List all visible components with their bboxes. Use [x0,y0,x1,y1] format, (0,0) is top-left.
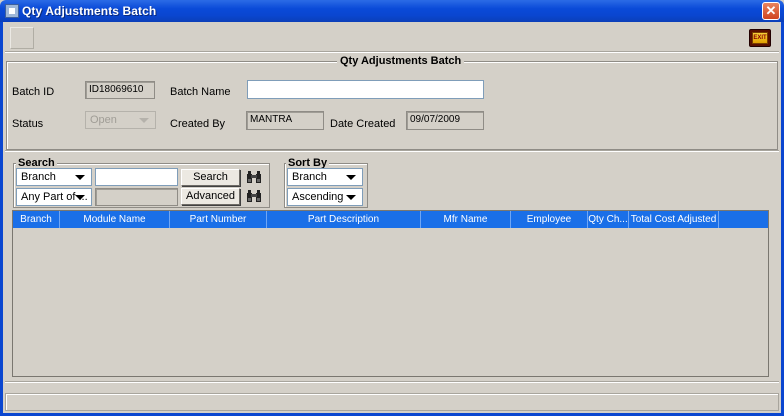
status-value: Open [90,114,117,126]
toolbar-button-disabled[interactable] [10,27,34,49]
panel-title: Qty Adjustments Batch [337,55,465,67]
column-header-employee[interactable]: Employee [511,211,588,228]
chevron-down-icon [75,195,85,200]
search-input[interactable] [95,168,178,186]
batch-id-label: Batch ID [12,86,55,98]
sort-order-value: Ascending [292,191,344,203]
sort-field-select[interactable]: Branch [287,168,363,186]
status-select[interactable]: Open [85,111,156,129]
table-header: Branch Module Name Part Number Part Desc… [13,211,768,228]
date-created-label: Date Created [330,118,396,130]
binoculars-icon[interactable] [246,170,262,184]
column-header-mfr-name[interactable]: Mfr Name [421,211,511,228]
adjustments-table[interactable]: Branch Module Name Part Number Part Desc… [12,210,769,377]
column-header-qty-change[interactable]: Qty Ch... [588,211,629,228]
window-title: Qty Adjustments Batch [22,4,157,18]
search-field-select[interactable]: Branch [16,168,92,186]
search-secondary-field [95,188,178,206]
chevron-down-icon [346,195,356,200]
status-bar [5,393,779,411]
chevron-down-icon [346,175,356,180]
exit-button[interactable]: EXIT [749,29,771,47]
close-button[interactable]: ✕ [762,2,780,20]
batch-name-input[interactable] [247,80,484,99]
exit-icon: EXIT [752,32,768,44]
created-by-label: Created By [170,118,226,130]
sort-field-value: Branch [292,171,327,183]
search-match-select[interactable]: Any Part of ... [16,188,92,206]
chevron-down-icon [75,175,85,180]
column-header-total-cost-adjusted[interactable]: Total Cost Adjusted [629,211,719,228]
close-icon: ✕ [765,3,777,18]
status-label: Status [12,118,44,130]
chevron-down-icon [139,118,149,123]
app-icon [5,4,19,18]
batch-name-label: Batch Name [170,86,231,98]
column-header-branch[interactable]: Branch [13,211,60,228]
date-created-field: 09/07/2009 [406,111,484,130]
bottom-separator [5,381,779,383]
binoculars-icon[interactable] [246,189,262,203]
column-header-part-number[interactable]: Part Number [170,211,267,228]
panel-separator [5,150,779,152]
search-button[interactable]: Search [181,169,240,186]
batch-details-panel [6,61,778,150]
advanced-button[interactable]: Advanced [181,188,240,205]
search-field-value: Branch [21,171,56,183]
created-by-field: MANTRA [246,111,324,130]
title-bar: Qty Adjustments Batch ✕ [0,0,784,22]
column-header-part-description[interactable]: Part Description [267,211,421,228]
batch-id-field: ID18069610 [85,81,155,99]
toolbar-separator [5,51,779,53]
sort-order-select[interactable]: Ascending [287,188,363,206]
column-header-module-name[interactable]: Module Name [60,211,170,228]
